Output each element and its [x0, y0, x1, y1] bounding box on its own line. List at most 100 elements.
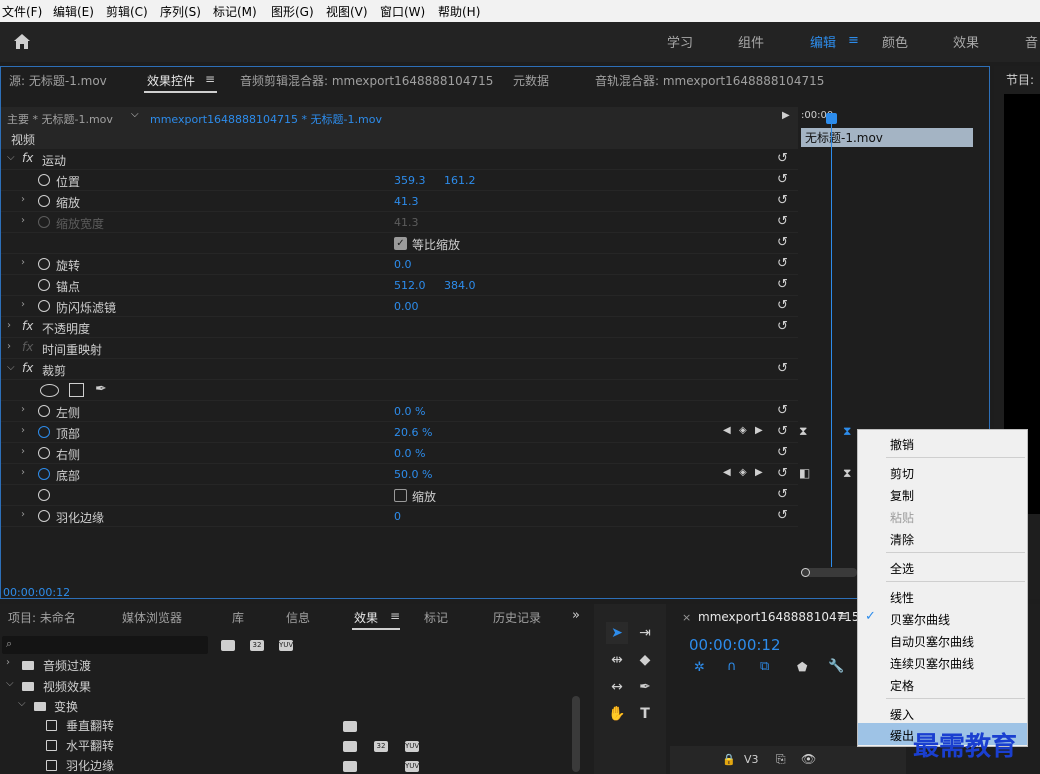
next-keyframe-icon[interactable]: ▶	[755, 467, 763, 478]
menu-item-copy[interactable]: 复制	[890, 487, 914, 504]
crop-left-value[interactable]: 0.0 %	[394, 405, 425, 418]
keyframe-selected-icon[interactable]: ⧗	[843, 424, 851, 439]
slip-tool-icon[interactable]: ↔	[606, 676, 628, 698]
reset-icon[interactable]: ↺	[777, 361, 791, 376]
crop-left-row[interactable]: › 左侧 0.0 % ↺	[1, 401, 798, 422]
prev-keyframe-icon[interactable]: ◀	[723, 425, 731, 436]
stopwatch-icon[interactable]	[38, 447, 50, 459]
workspace-color[interactable]: 颜色	[882, 32, 908, 51]
reset-icon[interactable]: ↺	[777, 424, 791, 439]
menu-item-linear[interactable]: 线性	[890, 589, 914, 606]
home-icon[interactable]	[12, 32, 32, 50]
menu-edit[interactable]: 编辑(E)	[53, 3, 94, 20]
tab-audio-track-mixer[interactable]: 音轨混合器: mmexport1648888104715	[595, 72, 824, 89]
yuv-filter-icon[interactable]: YUV	[279, 640, 293, 651]
rotation-value[interactable]: 0.0	[394, 258, 412, 271]
tab-program[interactable]: 节目:	[1006, 71, 1034, 88]
tab-menu-icon[interactable]: ≡	[390, 609, 400, 623]
nest-toggle-icon[interactable]: ✲	[694, 660, 705, 675]
master-clip-label[interactable]: 主要 * 无标题-1.mov	[7, 111, 113, 127]
ec-playhead-line[interactable]	[831, 117, 832, 567]
vertical-flip-item[interactable]: 垂直翻转	[66, 717, 114, 734]
ellipse-mask-icon[interactable]	[40, 384, 59, 397]
reset-icon[interactable]: ↺	[777, 298, 791, 313]
next-keyframe-icon[interactable]: ▶	[755, 425, 763, 436]
ec-playhead-handle[interactable]	[826, 113, 837, 124]
prev-keyframe-icon[interactable]: ◀	[723, 467, 731, 478]
track-name-v3[interactable]: V3	[744, 753, 759, 766]
rectangle-mask-icon[interactable]	[69, 383, 84, 397]
stopwatch-icon[interactable]	[38, 258, 50, 270]
menu-item-auto-bezier[interactable]: 自动贝塞尔曲线	[890, 633, 974, 650]
reset-icon[interactable]: ↺	[777, 277, 791, 292]
pen-mask-icon[interactable]: ✒	[95, 381, 107, 397]
reset-icon[interactable]: ↺	[777, 403, 791, 418]
effects-scrollbar[interactable]	[572, 696, 580, 772]
add-keyframe-icon[interactable]: ◈	[739, 425, 747, 436]
rotation-row[interactable]: › 旋转 0.0 ↺	[1, 254, 798, 275]
stopwatch-icon[interactable]	[38, 426, 50, 438]
menu-view[interactable]: 视图(V)	[326, 3, 368, 20]
menu-file[interactable]: 文件(F)	[2, 3, 42, 20]
sync-lock-icon[interactable]: ⎘	[776, 752, 786, 767]
reset-icon[interactable]: ↺	[777, 487, 791, 502]
keyframe-icon[interactable]: ⧗	[843, 466, 851, 481]
reset-icon[interactable]: ↺	[777, 466, 791, 481]
tab-project[interactable]: 项目: 未命名	[8, 609, 76, 626]
workspace-editing[interactable]: 编辑	[810, 32, 836, 51]
chevron-right-icon[interactable]: ›	[7, 341, 11, 352]
uniform-scale-checkbox[interactable]: ✓	[394, 237, 407, 250]
scale-row[interactable]: › 缩放 41.3 ↺	[1, 191, 798, 212]
anchor-x-value[interactable]: 512.0	[394, 279, 426, 292]
fx-icon[interactable]: fx	[22, 319, 33, 333]
menu-marker[interactable]: 标记(M)	[213, 3, 257, 20]
chevron-down-icon[interactable]: ⌵	[131, 109, 139, 120]
audio-transitions-item[interactable]: 音频过渡	[43, 657, 91, 674]
chevron-right-icon[interactable]: ›	[21, 299, 25, 310]
track-select-tool-icon[interactable]: ⇥	[634, 622, 656, 644]
stopwatch-icon[interactable]	[38, 468, 50, 480]
crop-top-row[interactable]: › 顶部 20.6 % ◀ ◈ ▶ ↺	[1, 422, 798, 443]
feather-edges-value[interactable]: 0	[394, 510, 401, 523]
feather-edges-row[interactable]: › 羽化边缘 0 ↺	[1, 506, 798, 527]
transform-folder-item[interactable]: 变换	[54, 698, 78, 715]
horizontal-flip-item[interactable]: 水平翻转	[66, 737, 114, 754]
keyframe-icon[interactable]: ◧	[799, 466, 810, 480]
tab-info[interactable]: 信息	[286, 609, 310, 626]
tab-effect-controls[interactable]: 效果控件	[147, 72, 195, 89]
wrench-icon[interactable]: 🔧	[828, 659, 844, 674]
tab-menu-icon[interactable]: ≡	[205, 72, 215, 86]
chevron-right-icon[interactable]: ›	[21, 509, 25, 520]
video-effects-item[interactable]: 视频效果	[43, 678, 91, 695]
selection-tool-icon[interactable]: ➤	[606, 622, 628, 644]
stopwatch-icon[interactable]	[38, 405, 50, 417]
tab-source[interactable]: 源: 无标题-1.mov	[9, 72, 107, 89]
menu-item-clear[interactable]: 清除	[890, 531, 914, 548]
uniform-scale-row[interactable]: ✓ 等比缩放 ↺	[1, 233, 798, 254]
crop-right-value[interactable]: 0.0 %	[394, 447, 425, 460]
anti-flicker-row[interactable]: › 防闪烁滤镜 0.00 ↺	[1, 296, 798, 317]
menu-item-hold[interactable]: 定格	[890, 677, 914, 694]
crop-right-row[interactable]: › 右侧 0.0 % ↺	[1, 443, 798, 464]
workspace-audio[interactable]: 音	[1025, 32, 1038, 51]
position-y-value[interactable]: 161.2	[444, 174, 476, 187]
stopwatch-icon[interactable]	[38, 279, 50, 291]
menu-item-bezier[interactable]: 贝塞尔曲线	[890, 611, 950, 628]
tab-history[interactable]: 历史记录	[493, 609, 541, 626]
chevron-down-icon[interactable]: ⌵	[18, 698, 26, 709]
menu-graphics[interactable]: 图形(G)	[271, 3, 314, 20]
chevron-right-icon[interactable]: ›	[7, 320, 11, 331]
crop-bottom-row[interactable]: › 底部 50.0 % ◀ ◈ ▶ ↺	[1, 464, 798, 485]
reset-icon[interactable]: ↺	[777, 256, 791, 271]
reset-icon[interactable]: ↺	[777, 151, 791, 166]
chevron-down-icon[interactable]: ⌵	[7, 362, 15, 373]
scrollbar-handle[interactable]	[801, 568, 810, 577]
pen-tool-icon[interactable]: ✒	[634, 676, 656, 698]
reset-icon[interactable]: ↺	[777, 172, 791, 187]
position-x-value[interactable]: 359.3	[394, 174, 426, 187]
timeline-sequence-tab[interactable]: mmexport1648888104715	[698, 610, 860, 624]
chevron-down-icon[interactable]: ⌵	[6, 678, 14, 689]
anti-flicker-value[interactable]: 0.00	[394, 300, 419, 313]
zoom-checkbox[interactable]	[394, 489, 407, 502]
type-tool-icon[interactable]: T	[634, 703, 656, 725]
